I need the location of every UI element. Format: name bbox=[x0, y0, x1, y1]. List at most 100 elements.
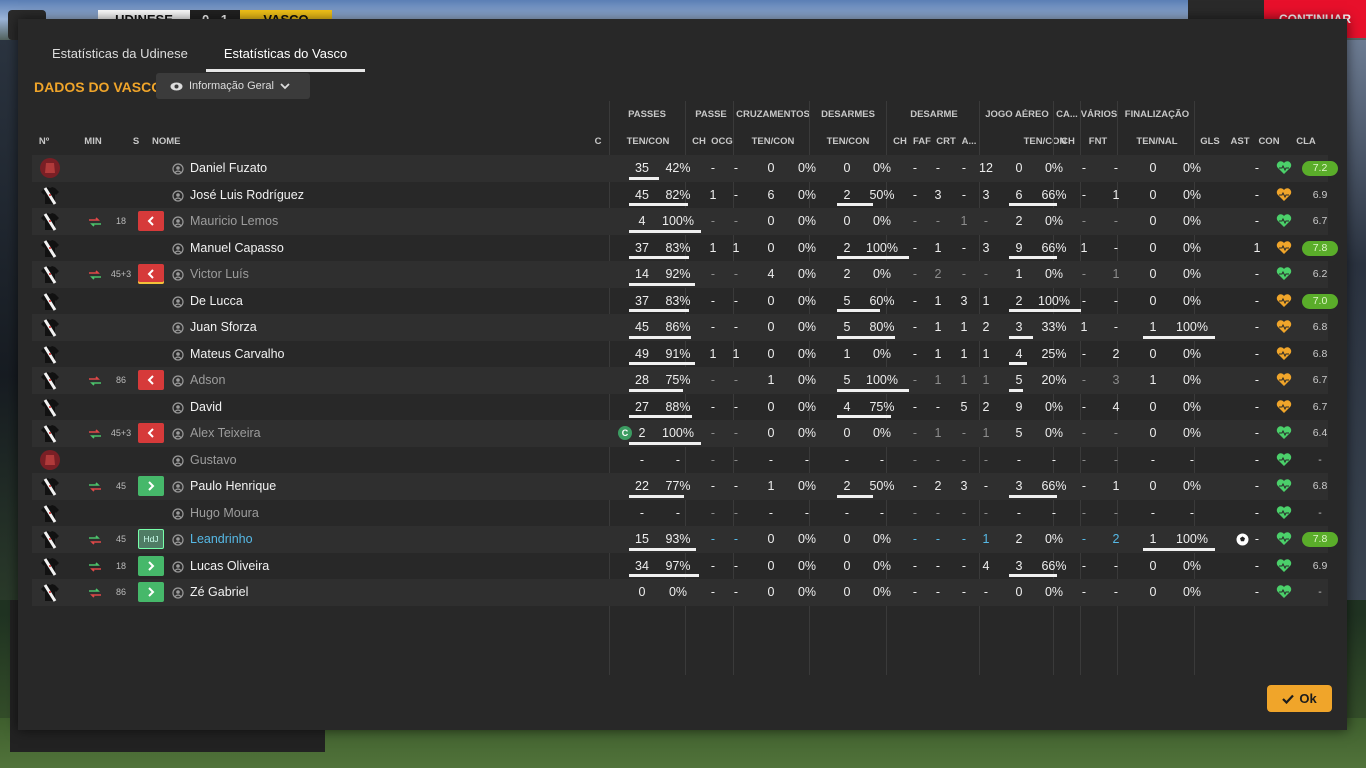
table-row[interactable]: Daniel Fuzato 35 42% - -0 0% 0 0% - - -12 0 0% - -0 0% -… bbox=[32, 155, 1338, 182]
crosses-attempts: 0 bbox=[767, 558, 775, 573]
player-name[interactable]: Adson bbox=[190, 367, 225, 393]
shots-attempts: 0 bbox=[1149, 161, 1157, 175]
pass-ocg: - bbox=[733, 558, 739, 573]
person-icon[interactable] bbox=[172, 427, 184, 440]
player-name[interactable]: Zé Gabriel bbox=[190, 579, 248, 605]
passes-pct: 0% bbox=[668, 585, 688, 599]
player-name[interactable]: Mateus Carvalho bbox=[190, 341, 285, 367]
player-name[interactable]: José Luis Rodríguez bbox=[190, 182, 304, 208]
table-row[interactable]: Manuel Capasso 37 83% 1 1 0 0% 2 100% -1-3 9 66% 1-0… bbox=[32, 235, 1338, 262]
person-icon[interactable] bbox=[172, 321, 184, 334]
person-icon[interactable] bbox=[172, 533, 184, 546]
shirt-icon bbox=[40, 423, 60, 443]
condition-heart-icon bbox=[1276, 240, 1292, 255]
various-fnt: 1 bbox=[1112, 187, 1120, 202]
topbar-close-button[interactable] bbox=[1236, 0, 1264, 20]
person-icon[interactable] bbox=[172, 268, 184, 281]
tackle-faf: - bbox=[935, 399, 941, 414]
player-name[interactable]: Gustavo bbox=[190, 447, 237, 473]
match-stats-dialog: Estatísticas da Udinese Estatísticas do … bbox=[18, 19, 1347, 730]
table-row[interactable]: 18 Lucas Oliveira 34 97% - -0 0% 0 0% - - -4 3 66% - -0… bbox=[32, 553, 1328, 580]
tackles-bar bbox=[837, 256, 909, 259]
table-row[interactable]: 45 HdJ Leandrinho 15 93% - -0 0% 0 0% - - -1 2 0% -2 1 10… bbox=[32, 526, 1338, 553]
tab-vasco-stats[interactable]: Estatísticas do Vasco bbox=[205, 39, 366, 72]
table-row[interactable]: Mateus Carvalho 49 91% 1 1 0 0% 1 0% -1 1 1 4 25% -2 0 0… bbox=[32, 341, 1328, 368]
tackle-crt: - bbox=[961, 267, 967, 281]
player-name[interactable]: Leandrinho bbox=[190, 526, 253, 552]
crosses-pct: 0% bbox=[797, 399, 817, 414]
tackles-pct: 0% bbox=[872, 585, 892, 599]
table-row[interactable]: 45+3 Victor Luís 14 92% - -4 0% 2 0% -2- -1 0% -1 0 0%… bbox=[32, 261, 1328, 288]
topbar-people-button[interactable] bbox=[1188, 0, 1236, 20]
player-name[interactable]: Lucas Oliveira bbox=[190, 553, 269, 579]
cards-ch: - bbox=[1081, 585, 1087, 599]
table-row[interactable]: 86 Adson 28 75% - -1 0% 5 100% -1 1 1 5 20% -3 1 0% -6.7 bbox=[32, 367, 1328, 394]
aerial-bar bbox=[1009, 335, 1033, 339]
table-row[interactable]: Gustavo - - - - - - - - - - - - - - - - - - - - bbox=[32, 447, 1328, 474]
person-icon[interactable] bbox=[172, 295, 184, 308]
table-row[interactable]: 86 Zé Gabriel 0 0% - - 0 0% 0 0% - - - - 0 0% - - 0 0% - - bbox=[32, 579, 1328, 606]
column-header-ast: AST bbox=[1230, 136, 1250, 147]
person-icon[interactable] bbox=[172, 189, 184, 202]
ok-button[interactable]: Ok bbox=[1267, 685, 1332, 712]
player-name[interactable]: David bbox=[190, 394, 222, 420]
player-rating: 6.7 bbox=[1312, 215, 1328, 227]
pass-ch: - bbox=[710, 585, 716, 599]
person-icon[interactable] bbox=[172, 454, 184, 467]
crosses-pct: - bbox=[804, 452, 810, 467]
table-row[interactable]: 45 Paulo Henrique 22 77% - -1 0% 2 50% -2 3-3 66% -1… bbox=[32, 473, 1328, 500]
person-icon[interactable] bbox=[172, 242, 184, 255]
aerial-attempts: 2 bbox=[1015, 214, 1023, 228]
condition-heart-icon bbox=[1276, 584, 1292, 599]
column-header-des-crt: CRT bbox=[936, 136, 956, 147]
table-row[interactable]: José Luis Rodríguez 45 82% 1-6 0% 2 50% -3-3 6 66… bbox=[32, 182, 1328, 209]
tab-udinese-stats[interactable]: Estatísticas da Udinese bbox=[34, 39, 206, 72]
cards-ch: - bbox=[1081, 426, 1087, 440]
player-name[interactable]: Paulo Henrique bbox=[190, 473, 276, 499]
person-icon[interactable] bbox=[172, 586, 184, 599]
table-row[interactable]: Hugo Moura - - - - - - - - - - - - - - - - - - - - bbox=[32, 500, 1328, 527]
player-name[interactable]: Daniel Fuzato bbox=[190, 155, 267, 181]
view-dropdown[interactable]: Informação Geral bbox=[156, 73, 310, 99]
player-name[interactable]: Alex Teixeira bbox=[190, 420, 261, 446]
person-icon[interactable] bbox=[172, 401, 184, 414]
sub-minute: 18 bbox=[115, 216, 126, 226]
player-name[interactable]: Manuel Capasso bbox=[190, 235, 284, 261]
player-name[interactable]: Victor Luís bbox=[190, 261, 249, 287]
person-icon[interactable] bbox=[172, 374, 184, 387]
assists: - bbox=[1254, 426, 1260, 440]
goal-ball-icon bbox=[1236, 533, 1249, 546]
crosses-attempts: 0 bbox=[767, 426, 775, 440]
person-icon[interactable] bbox=[172, 507, 184, 520]
tackle-a: - bbox=[983, 505, 989, 520]
player-name[interactable]: Hugo Moura bbox=[190, 500, 259, 526]
person-icon[interactable] bbox=[172, 348, 184, 361]
person-icon[interactable] bbox=[172, 215, 184, 228]
table-row[interactable]: 18 Mauricio Lemos 4 100% - -0 0% 0 0% - -1-2 0% - -0 0… bbox=[32, 208, 1328, 235]
table-row[interactable]: Juan Sforza 45 86% - -0 0% 5 80% -1 1 2 3 33% 1-1 100%… bbox=[32, 314, 1328, 341]
table-row[interactable]: David 27 88% - -0 0% 4 75% - -5 2 9 0% -4 0 0% -6.7 bbox=[32, 394, 1328, 421]
player-name[interactable]: De Lucca bbox=[190, 288, 243, 314]
cards-ch: - bbox=[1081, 532, 1087, 546]
tackle-ch: - bbox=[912, 346, 918, 361]
assists: - bbox=[1254, 293, 1260, 308]
subbed-out-badge bbox=[138, 370, 164, 390]
aerial-bar bbox=[1009, 362, 1027, 365]
tackle-crt: - bbox=[961, 452, 967, 467]
player-name[interactable]: Mauricio Lemos bbox=[190, 208, 278, 234]
condition-heart-icon bbox=[1276, 187, 1292, 202]
table-row[interactable]: 45+3 Alex Teixeira C 2 100% - -0 0% 0 0% -1-1 5 0% - -… bbox=[32, 420, 1328, 447]
player-rating: 7.8 bbox=[1302, 532, 1338, 547]
tackle-ch: - bbox=[912, 426, 918, 440]
shots-pct: - bbox=[1189, 505, 1195, 520]
table-row[interactable]: De Lucca 37 83% - -0 0% 5 60% -1 3 1 2 100% - -0 0% -7.0 bbox=[32, 288, 1338, 315]
tackles-attempts: - bbox=[844, 452, 850, 467]
assists: - bbox=[1254, 479, 1260, 493]
person-icon[interactable] bbox=[172, 560, 184, 573]
crosses-pct: 0% bbox=[797, 532, 817, 546]
person-icon[interactable] bbox=[172, 480, 184, 493]
player-name[interactable]: Juan Sforza bbox=[190, 314, 257, 340]
person-icon[interactable] bbox=[172, 162, 184, 175]
pass-ch: - bbox=[710, 558, 716, 573]
various-fnt: - bbox=[1113, 558, 1119, 573]
